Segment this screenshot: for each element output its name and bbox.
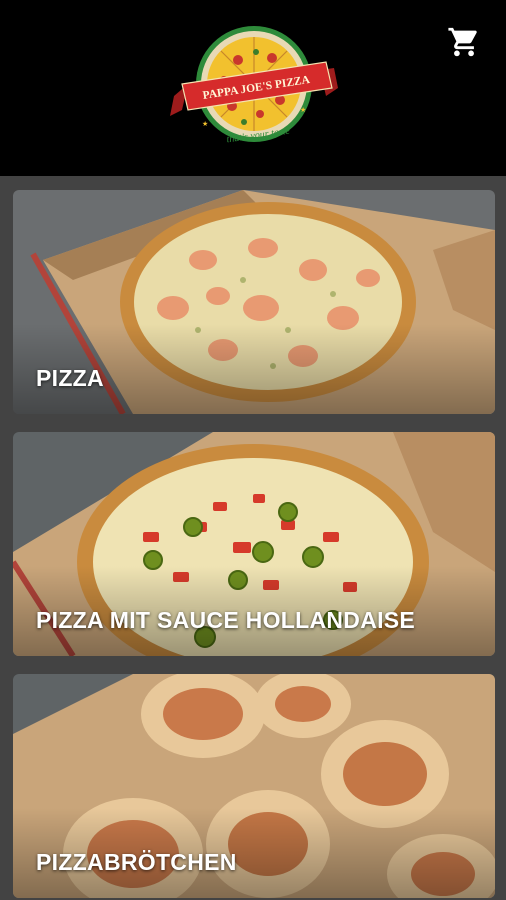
category-label: PIZZABRÖTCHEN <box>36 849 237 875</box>
app-header: PAPPA JOE'S PIZZA ★ ★ that's your taste <box>0 0 506 176</box>
shopping-cart-icon <box>448 27 477 57</box>
svg-text:★: ★ <box>300 106 306 114</box>
svg-text:★: ★ <box>202 120 208 128</box>
category-card-pizza[interactable]: PIZZA <box>13 190 495 414</box>
category-card-pizzabroetchen[interactable]: PIZZABRÖTCHEN <box>13 674 495 898</box>
category-label: PIZZA <box>36 365 104 391</box>
shopping-cart-button[interactable] <box>442 20 486 64</box>
pappa-joes-pizza-logo[interactable]: PAPPA JOE'S PIZZA ★★ that's your taste <box>168 22 340 154</box>
category-label: PIZZA MIT SAUCE HOLLANDAISE <box>36 607 416 633</box>
category-card-pizza-hollandaise[interactable]: PIZZA MIT SAUCE HOLLANDAISE <box>13 432 495 656</box>
